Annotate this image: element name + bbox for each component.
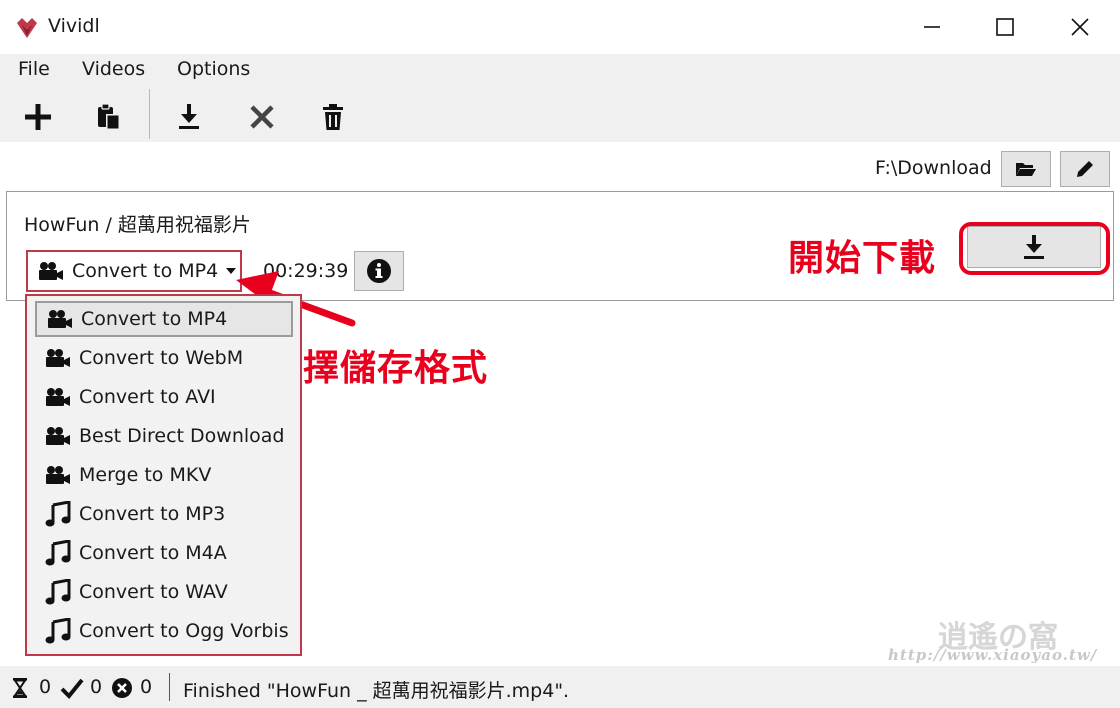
failed-count: 0 — [140, 676, 153, 698]
format-option-m4a[interactable]: Convert to M4A — [35, 535, 293, 571]
maximize-icon — [996, 18, 1014, 36]
format-dropdown-list: Convert to MP4 Convert to WebM Convert t… — [25, 294, 302, 656]
chevron-down-icon — [226, 268, 237, 274]
download-all-button[interactable] — [169, 97, 209, 137]
format-option-label: Convert to WebM — [79, 347, 244, 369]
pencil-icon — [1075, 159, 1095, 179]
video-camera-icon — [47, 309, 73, 329]
format-option-wav[interactable]: Convert to WAV — [35, 574, 293, 610]
format-option-mp3[interactable]: Convert to MP3 — [35, 496, 293, 532]
format-option-avi[interactable]: Convert to AVI — [35, 379, 293, 415]
minimize-button[interactable] — [897, 0, 967, 54]
format-select-label: Convert to MP4 — [72, 260, 219, 282]
status-separator — [169, 673, 170, 701]
add-icon — [24, 103, 52, 131]
check-icon — [60, 677, 84, 699]
pending-count: 0 — [39, 676, 52, 698]
format-option-ogg[interactable]: Convert to Ogg Vorbis — [35, 613, 293, 649]
video-camera-icon — [45, 348, 71, 368]
format-option-label: Best Direct Download — [79, 425, 285, 447]
format-option-label: Convert to AVI — [79, 386, 216, 408]
edit-path-button[interactable] — [1060, 151, 1110, 187]
add-button[interactable] — [18, 97, 58, 137]
paste-icon — [97, 103, 121, 131]
music-note-icon — [45, 579, 71, 605]
format-option-label: Convert to M4A — [79, 542, 227, 564]
music-note-icon — [45, 501, 71, 527]
music-note-icon — [45, 618, 71, 644]
watermark-url: http://www.xiaoyao.tw/ — [888, 646, 1098, 664]
format-option-label: Convert to MP3 — [79, 503, 226, 525]
cancel-button[interactable] — [242, 97, 282, 137]
format-option-mp4[interactable]: Convert to MP4 — [35, 301, 293, 337]
status-message: Finished "HowFun _ 超萬用祝福影片.mp4". — [183, 680, 570, 702]
menu-videos[interactable]: Videos — [80, 58, 147, 80]
maximize-button[interactable] — [970, 0, 1040, 54]
minimize-icon — [923, 18, 941, 36]
error-circle-icon — [111, 677, 133, 699]
format-option-label: Convert to MP4 — [81, 308, 228, 330]
video-camera-icon — [38, 261, 64, 281]
format-option-label: Convert to Ogg Vorbis — [79, 620, 289, 642]
format-option-best-direct[interactable]: Best Direct Download — [35, 418, 293, 454]
paste-button[interactable] — [89, 97, 129, 137]
done-count: 0 — [90, 676, 103, 698]
hourglass-icon — [12, 677, 28, 699]
info-button[interactable] — [354, 251, 404, 291]
app-title: Vividl — [48, 15, 100, 37]
toolbar-separator — [149, 89, 150, 139]
info-icon — [366, 258, 392, 284]
music-note-icon — [45, 540, 71, 566]
vividl-logo-icon — [14, 15, 40, 41]
format-select[interactable]: Convert to MP4 — [26, 250, 242, 292]
download-highlight — [959, 222, 1110, 275]
video-title: HowFun / 超萬用祝福影片 — [24, 214, 251, 236]
format-option-webm[interactable]: Convert to WebM — [35, 340, 293, 376]
close-icon — [1071, 18, 1089, 36]
video-camera-icon — [45, 387, 71, 407]
video-camera-icon — [45, 426, 71, 446]
video-duration: 00:29:39 — [263, 260, 349, 282]
format-option-mkv[interactable]: Merge to MKV — [35, 457, 293, 493]
download-icon — [177, 103, 201, 131]
menu-file[interactable]: File — [16, 58, 52, 80]
close-button[interactable] — [1045, 0, 1115, 54]
delete-icon — [322, 103, 344, 131]
start-download-annotation: 開始下載 — [788, 238, 937, 279]
format-option-label: Merge to MKV — [79, 464, 212, 486]
download-path: F:\Download — [875, 157, 992, 179]
menu-options[interactable]: Options — [175, 58, 252, 80]
delete-button[interactable] — [313, 97, 353, 137]
title-bar: Vividl — [0, 0, 1120, 54]
open-folder-button[interactable] — [1001, 151, 1051, 187]
format-option-label: Convert to WAV — [79, 581, 228, 603]
cancel-icon — [249, 104, 275, 130]
folder-open-icon — [1015, 161, 1037, 177]
video-camera-icon — [45, 465, 71, 485]
menu-toolbar-area: File Videos Options — [0, 54, 1120, 142]
